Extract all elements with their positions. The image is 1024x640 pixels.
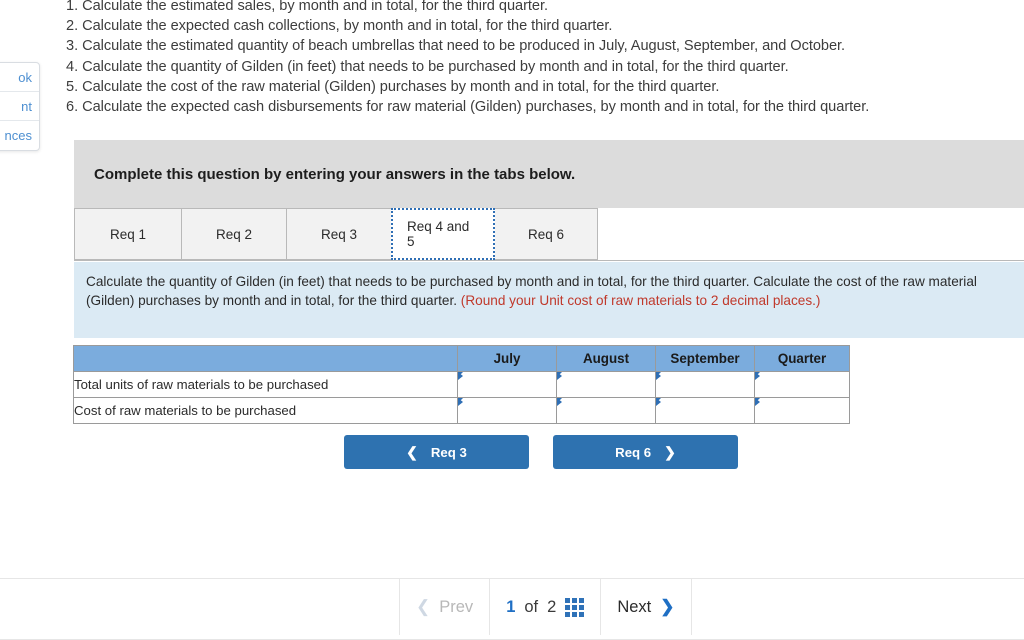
pagination-of-label: of <box>524 597 539 616</box>
input-total-units-july[interactable] <box>457 371 557 398</box>
next-requirement-label: Req 6 <box>615 444 652 460</box>
cell-marker-icon <box>755 372 760 382</box>
instruction-text: Calculate the quantity of Gilden (in fee… <box>86 273 1010 310</box>
exercise-page: ok nt nces 1. Calculate the estimated sa… <box>0 0 1024 640</box>
requirements-list: 1. Calculate the estimated sales, by mon… <box>66 0 1024 117</box>
table-header-row: July August September Quarter <box>73 345 850 372</box>
tab-req-3[interactable]: Req 3 <box>286 208 392 260</box>
tab-req-1[interactable]: Req 1 <box>74 208 182 260</box>
input-cost-july[interactable] <box>457 397 557 424</box>
complete-question-text: Complete this question by entering your … <box>94 165 576 183</box>
chevron-right-icon: ❯ <box>664 444 676 460</box>
cell-marker-icon <box>557 372 562 382</box>
tab-req-2[interactable]: Req 2 <box>181 208 287 260</box>
pagination-next-button[interactable]: Next ❯ <box>601 579 692 635</box>
requirement-line-3: 3. Calculate the estimated quantity of b… <box>66 38 846 55</box>
requirement-tabs: Req 1 Req 2 Req 3 Req 4 and 5 Req 6 <box>74 208 1024 261</box>
cell-marker-icon <box>458 372 463 382</box>
table-row: Cost of raw materials to be purchased <box>73 397 850 424</box>
requirement-line-2: 2. Calculate the expected cash collectio… <box>66 18 613 35</box>
pagination-prev-label: Prev <box>439 597 474 616</box>
requirement-navigation: ❮ Req 3 Req 6 ❯ <box>344 435 738 469</box>
column-header-quarter: Quarter <box>754 345 850 372</box>
previous-requirement-label: Req 3 <box>430 444 467 460</box>
answer-table-head: July August September Quarter <box>73 345 850 372</box>
pagination-bar: ❮ Prev 1 of 2 Next ❯ <box>0 578 1024 640</box>
column-header-july: July <box>457 345 557 372</box>
input-cost-august[interactable] <box>556 397 656 424</box>
answer-table: July August September Quarter Total unit… <box>73 345 850 424</box>
input-total-units-september[interactable] <box>655 371 755 398</box>
input-total-units-quarter[interactable] <box>754 371 850 398</box>
chevron-left-icon: ❮ <box>416 597 431 616</box>
sidebar-item-ebook[interactable]: ok <box>0 63 39 92</box>
table-row: Total units of raw materials to be purch… <box>73 371 850 398</box>
cell-marker-icon <box>656 372 661 382</box>
answer-table-body: Total units of raw materials to be purch… <box>73 371 850 424</box>
pagination-controls: ❮ Prev 1 of 2 Next ❯ <box>399 579 692 635</box>
sidebar-item-references[interactable]: nces <box>0 121 39 150</box>
requirement-line-1: 1. Calculate the estimated sales, by mon… <box>66 0 548 14</box>
sidebar-item-print[interactable]: nt <box>0 92 39 121</box>
previous-requirement-button[interactable]: ❮ Req 3 <box>344 435 529 469</box>
cell-marker-icon <box>656 398 661 408</box>
next-requirement-button[interactable]: Req 6 ❯ <box>553 435 738 469</box>
pagination-page-indicator[interactable]: 1 of 2 <box>490 579 602 635</box>
requirement-line-4: 4. Calculate the quantity of Gilden (in … <box>66 58 789 75</box>
row-label-cost: Cost of raw materials to be purchased <box>73 397 458 424</box>
chevron-left-icon: ❮ <box>406 444 418 460</box>
tab-req-4-and-5[interactable]: Req 4 and 5 <box>391 208 495 260</box>
instruction-rounding-note: (Round your Unit cost of raw materials t… <box>460 292 821 308</box>
requirement-line-5: 5. Calculate the cost of the raw materia… <box>66 78 720 95</box>
input-total-units-august[interactable] <box>556 371 656 398</box>
pagination-prev-button[interactable]: ❮ Prev <box>399 579 491 635</box>
instruction-panel: Calculate the quantity of Gilden (in fee… <box>74 262 1024 338</box>
input-cost-september[interactable] <box>655 397 755 424</box>
row-label-total-units: Total units of raw materials to be purch… <box>73 371 458 398</box>
column-header-august: August <box>556 345 656 372</box>
tab-req-6[interactable]: Req 6 <box>494 208 598 260</box>
input-cost-quarter[interactable] <box>754 397 850 424</box>
column-header-september: September <box>655 345 755 372</box>
cell-marker-icon <box>458 398 463 408</box>
pagination-current-page: 1 <box>506 597 516 616</box>
grid-view-icon[interactable] <box>565 597 585 617</box>
complete-question-banner: Complete this question by entering your … <box>74 140 1024 208</box>
requirement-line-6: 6. Calculate the expected cash disbursem… <box>66 99 870 116</box>
cell-marker-icon <box>755 398 760 408</box>
column-header-blank <box>73 345 458 372</box>
sidebar-menu: ok nt nces <box>0 62 40 151</box>
pagination-total-pages: 2 <box>547 597 557 616</box>
pagination-next-label: Next <box>617 597 652 616</box>
chevron-right-icon: ❯ <box>660 597 675 616</box>
cell-marker-icon <box>557 398 562 408</box>
